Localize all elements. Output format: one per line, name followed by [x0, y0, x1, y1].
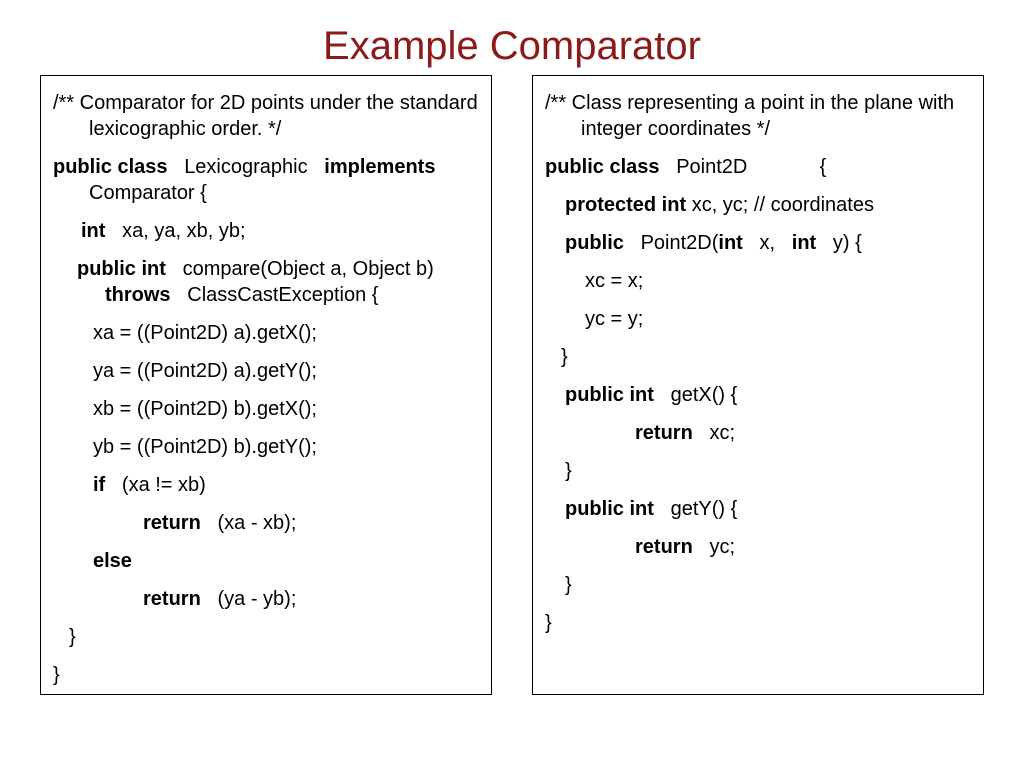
code-text: { [820, 156, 827, 178]
keyword: protected int [565, 194, 686, 216]
keyword: return [635, 422, 693, 444]
code-line: xb = ((Point2D) b).getX(); [53, 396, 479, 422]
code-line: public Point2D(int x, int y) { [545, 230, 971, 256]
code-line: public int compare(Object a, Object b) t… [53, 256, 479, 308]
code-text: Point2D [676, 156, 747, 178]
code-line: } [53, 624, 479, 650]
code-line: if (xa != xb) [53, 472, 479, 498]
keyword: public class [545, 156, 660, 178]
code-text: ClassCastException { [187, 284, 378, 306]
code-text: getY() { [671, 498, 738, 520]
code-box-left: /** Comparator for 2D points under the s… [40, 75, 492, 695]
keyword: int [81, 220, 105, 242]
keyword: implements [324, 156, 435, 178]
code-line: xa = ((Point2D) a).getX(); [53, 320, 479, 346]
code-line: public class Lexicographic implements Co… [53, 154, 479, 206]
code-line: } [545, 610, 971, 636]
keyword: public int [565, 498, 654, 520]
keyword: public [565, 232, 624, 254]
code-text: xa, ya, xb, yb; [122, 220, 245, 242]
code-line: return xc; [545, 420, 971, 446]
keyword: public class [53, 156, 168, 178]
code-line: /** Comparator for 2D points under the s… [53, 90, 479, 142]
code-text: y) { [833, 232, 862, 254]
code-line: return (xa - xb); [53, 510, 479, 536]
code-line: xc = x; [545, 268, 971, 294]
code-text: getX() { [671, 384, 738, 406]
code-text: (ya - yb); [217, 588, 296, 610]
keyword: if [93, 474, 105, 496]
keyword: int [792, 232, 816, 254]
code-text: xc; [709, 422, 735, 444]
keyword: int [718, 232, 742, 254]
code-line: return yc; [545, 534, 971, 560]
keyword: else [93, 550, 132, 572]
slide: Example Comparator /** Comparator for 2D… [0, 0, 1024, 768]
code-line: public int getY() { [545, 496, 971, 522]
code-line: else [53, 548, 479, 574]
keyword: return [635, 536, 693, 558]
code-text: xc, yc; // coordinates [692, 194, 874, 216]
code-line: } [545, 572, 971, 598]
code-line: protected int xc, yc; // coordinates [545, 192, 971, 218]
keyword: public int [77, 258, 166, 280]
columns: /** Comparator for 2D points under the s… [0, 75, 1024, 695]
code-line: /** Class representing a point in the pl… [545, 90, 971, 142]
code-line: yb = ((Point2D) b).getY(); [53, 434, 479, 460]
code-text: Point2D( [641, 232, 719, 254]
keyword: public int [565, 384, 654, 406]
keyword: return [143, 512, 201, 534]
code-line: } [53, 662, 479, 688]
code-text: compare(Object a, Object b) [183, 258, 434, 280]
code-text: (xa - xb); [217, 512, 296, 534]
keyword: return [143, 588, 201, 610]
slide-title: Example Comparator [0, 0, 1024, 75]
code-line: } [545, 458, 971, 484]
code-line: public int getX() { [545, 382, 971, 408]
code-text: /** Comparator for 2D points under the [53, 92, 394, 114]
code-line: yc = y; [545, 306, 971, 332]
code-text: x, [760, 232, 776, 254]
code-text: Lexicographic [184, 156, 307, 178]
code-text: (xa != xb) [122, 474, 206, 496]
code-box-right: /** Class representing a point in the pl… [532, 75, 984, 695]
code-line: } [545, 344, 971, 370]
code-line: return (ya - yb); [53, 586, 479, 612]
code-text: Comparator { [89, 182, 207, 204]
code-line: public class Point2D { [545, 154, 971, 180]
code-text: /** Class representing a point in the [545, 92, 859, 114]
code-text: yc; [709, 536, 735, 558]
code-line: ya = ((Point2D) a).getY(); [53, 358, 479, 384]
keyword: throws [105, 284, 171, 306]
code-line: int xa, ya, xb, yb; [53, 218, 479, 244]
